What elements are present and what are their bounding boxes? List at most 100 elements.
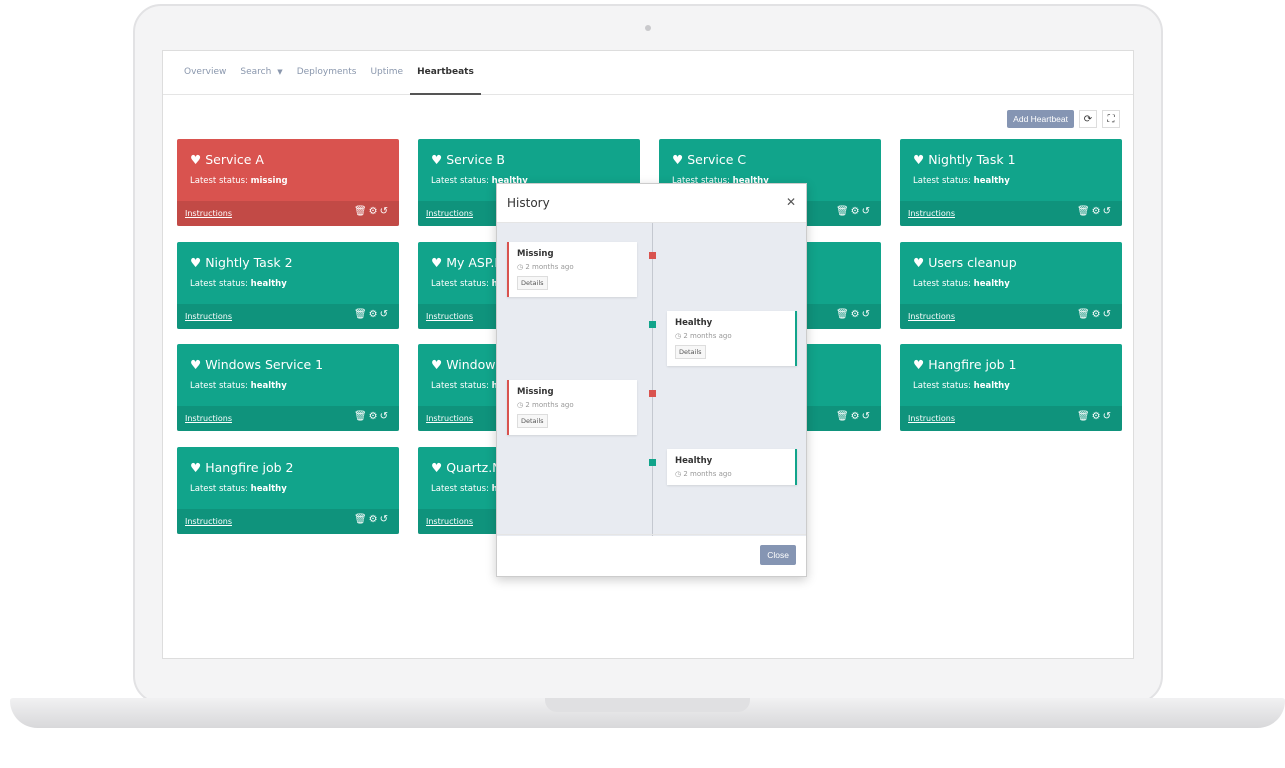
card-title: ♥ Quartz.N [431,460,502,475]
heartbeat-icon: ♥ [431,460,447,475]
refresh-icon[interactable]: ⟳ [1079,110,1097,128]
camera [645,25,651,31]
heartbeat-card: ♥ Users cleanup Latest status: healthy I… [900,242,1122,329]
add-heartbeat-button[interactable]: Add Heartbeat [1007,110,1074,128]
event-time: 2 months ago [683,332,732,340]
trash-icon[interactable]: 🗑 [354,411,369,422]
heartbeat-icon: ♥ [190,357,206,372]
instructions-link[interactable]: Instructions [426,517,473,526]
heartbeat-icon: ♥ [431,357,447,372]
status-label: Latest status: [431,484,489,494]
card-status: Latest status: healthy [913,381,1010,391]
history-icon[interactable]: ↺ [1103,309,1113,320]
tab-overview[interactable]: Overview [177,51,233,95]
status-label: Latest status: [190,176,248,186]
timeline-dot-missing [649,252,656,259]
trash-icon[interactable]: 🗑 [354,514,369,525]
card-footer: Instructions 🗑⚙↺ [177,509,399,534]
tab-heartbeats[interactable]: Heartbeats [410,51,481,95]
trash-icon[interactable]: 🗑 [836,411,851,422]
instructions-link[interactable]: Instructions [185,414,232,423]
card-title: ♥ Nightly Task 1 [913,152,1016,167]
card-name: Windows [446,357,502,372]
tab-search-label: Search [240,67,272,77]
card-title: ♥ Service C [672,152,746,167]
trash-icon[interactable]: 🗑 [1077,411,1092,422]
gear-icon[interactable]: ⚙ [369,514,380,525]
gear-icon[interactable]: ⚙ [851,411,862,422]
timeline-dot-missing [649,390,656,397]
card-status: Latest status: healthy [190,484,287,494]
card-footer: Instructions 🗑⚙↺ [177,304,399,329]
gear-icon[interactable]: ⚙ [369,309,380,320]
status-label: Latest status: [190,484,248,494]
status-value: healthy [250,484,287,494]
instructions-link[interactable]: Instructions [185,312,232,321]
trash-icon[interactable]: 🗑 [354,309,369,320]
heartbeat-card: ♥ Service A Latest status: missing Instr… [177,139,399,226]
gear-icon[interactable]: ⚙ [851,309,862,320]
status-label: Latest status: [431,279,489,289]
history-icon[interactable]: ↺ [1103,411,1113,422]
card-title: ♥ My ASP.N [431,255,504,270]
trash-icon[interactable]: 🗑 [1077,309,1092,320]
tab-search[interactable]: Search ▼ [233,51,289,95]
trash-icon[interactable]: 🗑 [354,206,369,217]
gear-icon[interactable]: ⚙ [1092,411,1103,422]
details-button[interactable]: Details [675,345,706,359]
trash-icon[interactable]: 🗑 [1077,206,1092,217]
instructions-link[interactable]: Instructions [185,209,232,218]
gear-icon[interactable]: ⚙ [369,411,380,422]
details-button[interactable]: Details [517,276,548,290]
trash-icon[interactable]: 🗑 [836,206,851,217]
card-title: ♥ Hangfire job 1 [913,357,1017,372]
card-status: Latest status: he [431,279,503,289]
history-icon[interactable]: ↺ [862,206,872,217]
history-icon[interactable]: ↺ [380,514,390,525]
status-label: Latest status: [190,381,248,391]
tab-deployments[interactable]: Deployments [290,51,364,95]
timeline-line [652,223,653,536]
instructions-link[interactable]: Instructions [908,312,955,321]
laptop-notch [545,698,750,712]
instructions-link[interactable]: Instructions [426,414,473,423]
card-status: Latest status: he [431,381,503,391]
nav-tabs: Overview Search ▼ Deployments Uptime Hear… [163,51,1133,95]
history-icon[interactable]: ↺ [862,411,872,422]
gear-icon[interactable]: ⚙ [369,206,380,217]
event-time: 2 months ago [525,263,574,271]
instructions-link[interactable]: Instructions [426,209,473,218]
close-icon[interactable]: ✕ [786,195,796,209]
event-status: Missing [517,387,554,397]
card-footer: Instructions 🗑⚙↺ [900,406,1122,431]
card-title: ♥ Nightly Task 2 [190,255,293,270]
history-icon[interactable]: ↺ [380,411,390,422]
instructions-link[interactable]: Instructions [426,312,473,321]
instructions-link[interactable]: Instructions [185,517,232,526]
heartbeat-icon: ♥ [672,152,688,167]
heartbeat-card: ♥ Windows Service 1 Latest status: healt… [177,344,399,431]
close-button[interactable]: Close [760,545,796,565]
status-value: healthy [250,381,287,391]
gear-icon[interactable]: ⚙ [1092,206,1103,217]
trash-icon[interactable]: 🗑 [836,309,851,320]
card-name: Nightly Task 1 [928,152,1016,167]
details-button[interactable]: Details [517,414,548,428]
fullscreen-icon[interactable]: ⛶ [1102,110,1120,128]
instructions-link[interactable]: Instructions [908,414,955,423]
tab-uptime[interactable]: Uptime [363,51,410,95]
card-footer: Instructions 🗑⚙↺ [177,201,399,226]
heartbeat-icon: ♥ [913,255,929,270]
history-icon[interactable]: ↺ [380,309,390,320]
caret-down-icon: ▼ [277,68,283,76]
gear-icon[interactable]: ⚙ [851,206,862,217]
heartbeat-icon: ♥ [431,152,447,167]
history-icon[interactable]: ↺ [862,309,872,320]
timeline-dot-healthy [649,459,656,466]
card-status: Latest status: healthy [190,381,287,391]
history-icon[interactable]: ↺ [380,206,390,217]
history-icon[interactable]: ↺ [1103,206,1113,217]
instructions-link[interactable]: Instructions [908,209,955,218]
gear-icon[interactable]: ⚙ [1092,309,1103,320]
card-status: Latest status: healthy [913,176,1010,186]
